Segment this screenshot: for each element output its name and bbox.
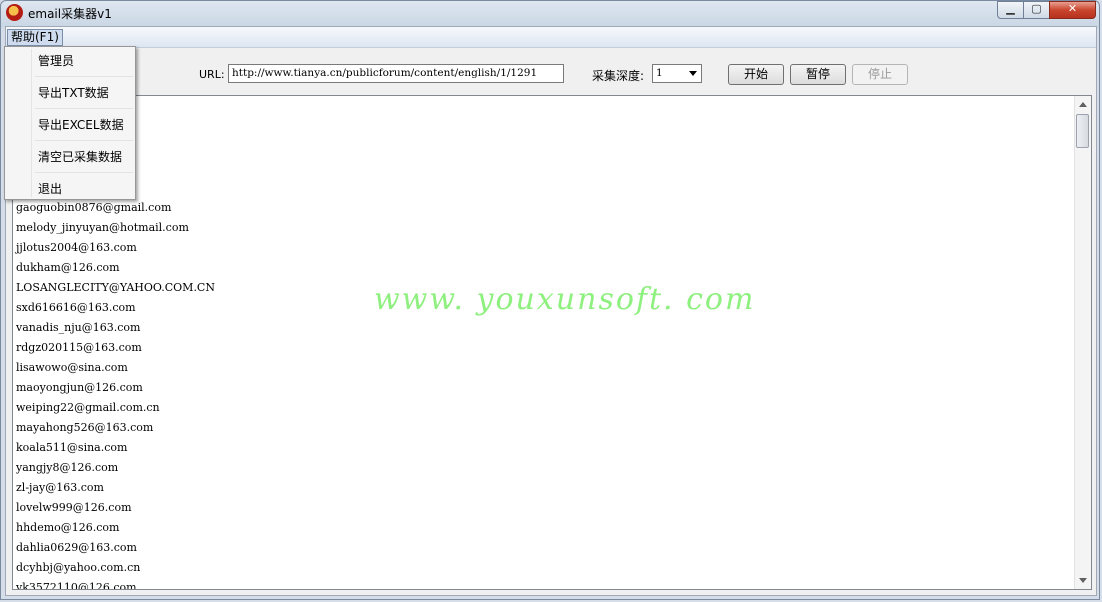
list-item[interactable]: vanadis_nju@163.com	[16, 318, 215, 338]
start-button[interactable]: 开始	[728, 64, 784, 85]
chevron-down-icon[interactable]	[689, 71, 697, 76]
list-item[interactable]: weiping22@gmail.com.cn	[16, 398, 215, 418]
list-item[interactable]: dcyhbj@yahoo.com.cn	[16, 558, 215, 578]
help-dropdown-menu: 管理员 导出TXT数据 导出EXCEL数据 清空已采集数据 退出	[4, 46, 136, 200]
url-label: URL:	[199, 68, 225, 81]
list-item[interactable]: jjlotus2004@163.com	[16, 238, 215, 258]
menu-item-admin[interactable]: 管理员	[5, 47, 135, 79]
scroll-thumb[interactable]	[1076, 114, 1089, 148]
depth-value: 1	[656, 67, 663, 79]
stop-button: 停止	[852, 64, 908, 85]
menu-item-exit[interactable]: 退出	[5, 175, 135, 207]
list-item[interactable]: yk3572110@126.com	[16, 578, 215, 589]
pause-button[interactable]: 暂停	[790, 64, 846, 85]
maximize-icon: ▢	[1031, 2, 1042, 15]
list-item[interactable]: dukham@126.com	[16, 258, 215, 278]
menu-bar: 帮助(F1)	[6, 27, 1096, 48]
minimize-icon: ▁	[1006, 2, 1015, 15]
watermark: www. youxunsoft. com	[374, 282, 756, 317]
list-item[interactable]: melody_jinyuyan@hotmail.com	[16, 218, 215, 238]
list-item[interactable]: rdgz020115@163.com	[16, 338, 215, 358]
list-item[interactable]: zl-jay@163.com	[16, 478, 215, 498]
url-input[interactable]: http://www.tianya.cn/publicforum/content…	[228, 64, 564, 83]
list-item[interactable]: hhdemo@126.com	[16, 518, 215, 538]
list-item[interactable]: dahlia0629@163.com	[16, 538, 215, 558]
list-item[interactable]: LOSANGLECITY@YAHOO.COM.CN	[16, 278, 215, 298]
email-list[interactable]: com n gaoguobin0876@gmail.com melody_jin…	[12, 95, 1092, 590]
depth-select[interactable]: 1	[652, 64, 702, 83]
list-item[interactable]: sxd616616@163.com	[16, 298, 215, 318]
vertical-scrollbar[interactable]	[1074, 96, 1091, 589]
minimize-button[interactable]: ▁	[997, 1, 1024, 19]
list-item[interactable]: lisawowo@sina.com	[16, 358, 215, 378]
app-icon[interactable]	[6, 4, 23, 21]
window-title: email采集器v1	[28, 7, 112, 21]
menu-item-export-txt[interactable]: 导出TXT数据	[5, 79, 135, 111]
list-item[interactable]: maoyongjun@126.com	[16, 378, 215, 398]
menu-item-export-excel[interactable]: 导出EXCEL数据	[5, 111, 135, 143]
menu-item-clear-data[interactable]: 清空已采集数据	[5, 143, 135, 175]
list-item[interactable]: yangjy8@126.com	[16, 458, 215, 478]
close-button[interactable]: ✕	[1049, 1, 1096, 19]
depth-label: 采集深度:	[592, 69, 645, 83]
scroll-down-icon[interactable]	[1079, 578, 1087, 583]
title-bar[interactable]: email采集器v1 ▁ ▢ ✕	[1, 1, 1099, 25]
list-item[interactable]: koala511@sina.com	[16, 438, 215, 458]
maximize-button[interactable]: ▢	[1023, 1, 1050, 19]
close-icon: ✕	[1067, 2, 1078, 15]
menu-help[interactable]: 帮助(F1)	[7, 29, 63, 46]
list-item[interactable]: lovelw999@126.com	[16, 498, 215, 518]
scroll-up-icon[interactable]	[1079, 102, 1087, 107]
list-item[interactable]: mayahong526@163.com	[16, 418, 215, 438]
